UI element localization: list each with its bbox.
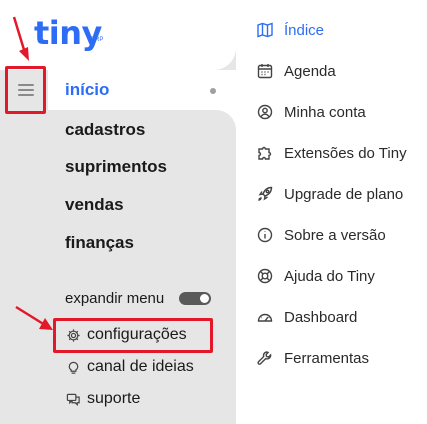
menu-item-extensoes[interactable]: Extensões do Tiny [256, 144, 407, 162]
menu-item-label: Upgrade de plano [284, 185, 404, 203]
nav-inicio[interactable]: início [65, 80, 109, 100]
info-icon [257, 227, 273, 243]
expand-menu-label: expandir menu [65, 290, 165, 307]
canal-de-ideias-label: canal de ideias [87, 358, 194, 375]
expand-menu-toggle[interactable] [179, 292, 211, 305]
menu-item-label: Agenda [284, 62, 336, 80]
active-indicator-dot [210, 88, 216, 94]
map-icon [257, 22, 273, 38]
menu-item-label: Dashboard [284, 308, 358, 326]
menu-item-label: Minha conta [284, 103, 366, 121]
lightbulb-icon [68, 361, 79, 374]
calendar-icon [257, 64, 273, 79]
rocket-icon [258, 186, 273, 201]
hamburger-menu-button[interactable] [5, 66, 46, 114]
menu-item-sobre-versao[interactable]: Sobre a versão [256, 226, 386, 244]
gauge-icon [257, 313, 273, 322]
hamburger-icon [17, 84, 34, 96]
suporte-link[interactable]: suporte [66, 390, 140, 408]
menu-item-label: Sobre a versão [284, 226, 386, 244]
tiny-logo: tiny [34, 14, 102, 52]
chat-icon [66, 393, 80, 406]
puzzle-icon [258, 146, 272, 160]
menu-item-ajuda[interactable]: Ajuda do Tiny [256, 267, 375, 285]
configuracoes-label: configurações [87, 326, 187, 343]
red-arrow-icon [15, 305, 53, 330]
logo-area: tiny ERP [0, 0, 236, 70]
nav-suprimentos[interactable]: suprimentos [65, 157, 167, 177]
nav-vendas[interactable]: vendas [65, 195, 124, 215]
menu-item-indice[interactable]: Índice [256, 21, 324, 39]
menu-item-label: Índice [284, 21, 325, 39]
nav-cadastros[interactable]: cadastros [65, 120, 145, 140]
toggle-knob [200, 294, 209, 303]
lifebuoy-icon [257, 268, 273, 284]
menu-item-agenda[interactable]: Agenda [256, 62, 336, 80]
menu-item-label: Extensões do Tiny [284, 144, 407, 162]
red-arrow-icon [12, 16, 29, 61]
gear-icon [67, 328, 80, 342]
menu-item-label: Ajuda do Tiny [284, 267, 375, 285]
menu-item-upgrade[interactable]: Upgrade de plano [256, 185, 403, 203]
nav-financas[interactable]: finanças [65, 233, 134, 253]
user-icon [257, 104, 273, 120]
configuracoes-link[interactable]: configurações [66, 326, 187, 344]
wrench-icon [257, 351, 272, 365]
canal-de-ideias-link[interactable]: canal de ideias [66, 358, 194, 376]
suporte-label: suporte [87, 390, 141, 407]
menu-item-dashboard[interactable]: Dashboard [256, 308, 357, 326]
erp-label: ERP [91, 37, 104, 43]
menu-item-minha-conta[interactable]: Minha conta [256, 103, 366, 121]
menu-item-ferramentas[interactable]: Ferramentas [256, 349, 369, 367]
menu-item-label: Ferramentas [284, 349, 370, 367]
